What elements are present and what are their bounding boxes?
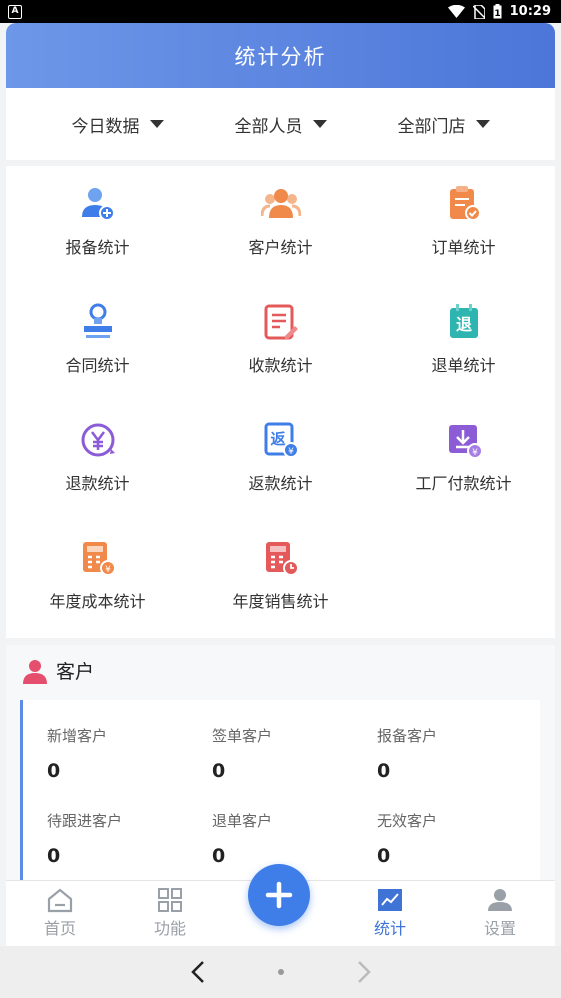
annual-cost-icon: ¥	[82, 542, 116, 576]
back-chevron-icon[interactable]	[189, 959, 207, 985]
grid-item-label: 退单统计	[431, 356, 496, 375]
contract-stamp-icon	[83, 303, 112, 338]
caret-down-icon	[312, 120, 327, 128]
app-frame: A 1 10:29 统计分析 今日数据 全部人员 全部门店 报备统计 客户统计 …	[0, 0, 561, 998]
svg-text:¥: ¥	[288, 447, 294, 457]
report-stats-item[interactable]: 报备统计	[6, 184, 189, 302]
tab-label: 功能	[153, 919, 186, 938]
home-dot-icon[interactable]	[277, 968, 285, 976]
customer-section-title: 客户	[56, 661, 95, 683]
user-settings-icon	[488, 889, 512, 911]
grid-icon	[158, 888, 182, 912]
plus-icon	[265, 881, 293, 909]
tab-label: 设置	[483, 919, 516, 938]
store-filter-dropdown[interactable]: 全部门店	[398, 112, 490, 137]
annual-sales-stats-item[interactable]: 年度销售统计	[189, 538, 372, 656]
order-stats-item[interactable]: 订单统计	[372, 184, 555, 302]
clock: 10:29	[509, 4, 551, 19]
stat-value-cancelled: 0	[212, 845, 226, 867]
svg-text:退: 退	[455, 315, 471, 334]
date-filter-label: 今日数据	[71, 116, 140, 137]
svg-text:¥: ¥	[472, 448, 478, 458]
stat-value-followup: 0	[47, 845, 61, 867]
grid-item-label: 退款统计	[65, 474, 130, 493]
date-filter-dropdown[interactable]: 今日数据	[72, 112, 164, 137]
grid-item-label: 报备统计	[65, 238, 130, 257]
customer-section-header: 客户	[22, 657, 94, 684]
forward-chevron-icon[interactable]	[355, 959, 373, 985]
grid-item-label: 返款统计	[248, 474, 313, 493]
rebate-icon: 返¥	[264, 422, 299, 458]
status-bar: A 1 10:29	[0, 0, 561, 23]
stat-label-followup: 待跟进客户	[47, 812, 123, 830]
stat-label-new: 新增客户	[47, 727, 108, 745]
rebate-stats-item[interactable]: 返 ¥ 返款统计	[189, 420, 372, 538]
tab-home[interactable]: 首页	[20, 887, 100, 939]
customer-stats-panel: 新增客户 0 签单客户 0 报备客户 0 待跟进客户 0 退单客户 0 无效客户…	[20, 700, 540, 885]
svg-text:¥: ¥	[105, 565, 111, 575]
customer-section: 客户 新增客户 0 签单客户 0 报备客户 0 待跟进客户 0 退单客户 0 无…	[6, 645, 555, 885]
grid-item-label: 订单统计	[431, 238, 496, 257]
notification-a-icon: A	[8, 4, 22, 19]
payment-received-stats-item[interactable]: 收款统计	[189, 302, 372, 420]
system-nav-bar	[0, 946, 561, 998]
stat-label-reported: 报备客户	[377, 727, 438, 745]
stat-value-invalid: 0	[377, 845, 391, 867]
order-clipboard-icon	[449, 186, 481, 221]
add-button[interactable]	[248, 864, 310, 926]
page-title: 统计分析	[234, 44, 327, 69]
filter-bar: 今日数据 全部人员 全部门店	[6, 88, 555, 160]
refund-order-icon: 退	[449, 304, 478, 338]
grid-item-label: 年度销售统计	[232, 592, 329, 611]
svg-text:1: 1	[494, 9, 500, 19]
page-header: 统计分析	[6, 23, 555, 88]
customer-stats-item[interactable]: 客户统计	[189, 184, 372, 302]
caret-down-icon	[475, 120, 490, 128]
stat-value-new: 0	[47, 760, 61, 782]
store-filter-label: 全部门店	[397, 116, 466, 137]
stat-label-signed: 签单客户	[212, 727, 273, 745]
stats-menu-grid: 报备统计 客户统计 订单统计 合同统计 收款统计 退 退单统计 退款统计 返 ¥…	[6, 166, 555, 638]
tab-label: 首页	[43, 919, 76, 938]
caret-down-icon	[149, 120, 164, 128]
tab-settings[interactable]: 设置	[460, 887, 540, 939]
annual-sales-icon	[265, 542, 299, 576]
person-icon	[23, 659, 47, 684]
annual-cost-stats-item[interactable]: ¥ 年度成本统计	[6, 538, 189, 656]
wifi-icon	[447, 5, 465, 18]
home-icon	[47, 888, 73, 913]
grid-item-label: 客户统计	[248, 238, 313, 257]
no-sim-icon	[472, 4, 485, 19]
report-user-icon	[81, 188, 115, 221]
factory-payment-icon: ¥	[448, 425, 483, 459]
factory-payment-stats-item[interactable]: ¥ 工厂付款统计	[372, 420, 555, 538]
staff-filter-dropdown[interactable]: 全部人员	[235, 112, 327, 137]
grid-item-label: 年度成本统计	[49, 592, 146, 611]
svg-text:返: 返	[270, 430, 285, 448]
receipt-icon	[264, 304, 298, 340]
chart-icon	[378, 889, 402, 911]
tab-statistics[interactable]: 统计	[350, 887, 430, 939]
battery-icon: 1	[493, 4, 502, 19]
refund-order-stats-item[interactable]: 退 退单统计	[372, 302, 555, 420]
stat-value-signed: 0	[212, 760, 226, 782]
tab-label: 统计	[373, 919, 406, 938]
customers-icon	[260, 189, 301, 218]
yen-refund-icon	[81, 423, 115, 457]
stat-value-reported: 0	[377, 760, 391, 782]
refund-stats-item[interactable]: 退款统计	[6, 420, 189, 538]
grid-item-label: 合同统计	[65, 356, 130, 375]
staff-filter-label: 全部人员	[234, 116, 303, 137]
stat-label-cancelled: 退单客户	[212, 812, 273, 830]
grid-item-label: 工厂付款统计	[415, 474, 512, 493]
stat-label-invalid: 无效客户	[377, 812, 438, 830]
contract-stats-item[interactable]: 合同统计	[6, 302, 189, 420]
tab-functions[interactable]: 功能	[130, 887, 210, 939]
grid-item-label: 收款统计	[248, 356, 313, 375]
